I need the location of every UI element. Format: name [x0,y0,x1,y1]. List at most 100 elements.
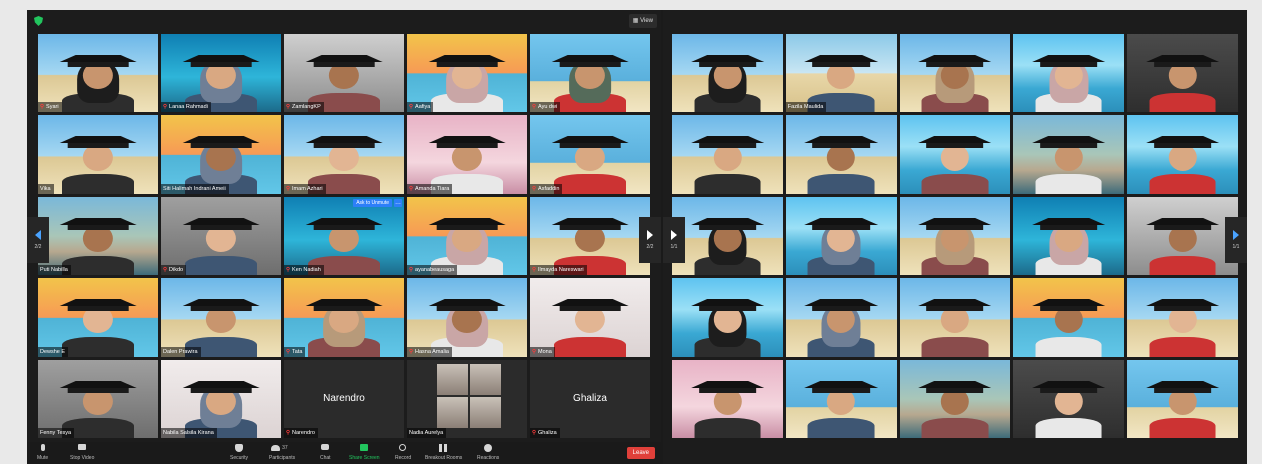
participant-tile[interactable] [1127,359,1238,438]
participant-tile[interactable] [899,34,1011,113]
page-indicator: 2/2 [34,244,42,250]
participant-tile[interactable] [1127,115,1238,194]
participant-tile[interactable] [672,115,783,194]
participant-tile[interactable] [1013,34,1125,113]
participant-video [1145,51,1220,113]
participant-tile[interactable]: Narendro ⚲ Narendro [284,359,404,438]
participant-video [1145,214,1220,276]
participant-tile[interactable]: Dewshe E [38,278,158,357]
participant-tile[interactable]: ⚲ Ayu dwi [530,34,650,113]
participant-tile[interactable]: Fazila Maulida [785,34,897,113]
more-options-icon[interactable]: … [394,198,402,207]
participant-tile[interactable]: ⚲ Dikdo [161,196,281,276]
participant-video [1032,51,1106,113]
breakout-rooms-button[interactable]: Breakout Rooms [425,444,462,461]
participant-tile[interactable]: Vika [38,115,158,194]
mute-button[interactable]: Mute [37,444,48,461]
participant-tile[interactable]: ⚲ Imam Azhari [284,115,404,194]
pager-next-right[interactable]: 1/1 [1225,217,1247,263]
participant-name: Ken Nadiah [292,267,321,274]
ask-to-unmute-button[interactable]: Ask to Unmute [353,198,392,207]
security-shield-icon [34,16,43,26]
participant-tile[interactable]: ⚲ Tata [284,278,404,357]
graduation-cap-icon [804,380,878,393]
participant-video [59,214,137,276]
record-button[interactable]: Record [395,444,411,461]
stop-video-button[interactable]: Stop Video [70,444,94,461]
participant-tile[interactable] [1127,196,1238,276]
participant-tile[interactable] [785,115,897,194]
participant-tile[interactable] [899,278,1011,357]
participant-tile[interactable] [785,278,897,357]
chevron-right-icon [1233,230,1239,240]
graduation-cap-icon [1032,54,1106,67]
participant-tile[interactable] [899,115,1011,194]
leave-button[interactable]: Leave [626,447,655,459]
participant-tile[interactable]: Nadia Aurelya [407,359,527,438]
participant-video [690,377,764,438]
participant-video [690,295,764,357]
participant-tile[interactable]: ⚲ Asfaddin [530,115,650,194]
participant-name: Lanaa Rahmadi [169,104,208,111]
participants-label: Participants [269,455,296,461]
participant-tile[interactable]: ⚲ Aafiya [407,34,527,113]
participants-button[interactable]: 37 Participants [269,444,295,461]
muted-mic-icon: ⚲ [532,185,537,192]
participant-tile[interactable] [1127,278,1238,357]
participant-tile[interactable]: ⚲ ZamlangKP [284,34,404,113]
participant-tile[interactable] [672,196,783,276]
graduation-cap-icon [690,380,764,393]
participant-tile[interactable] [785,196,897,276]
view-button[interactable]: ▦ View [628,14,657,28]
participant-tile[interactable]: Fenny Tesya [38,359,158,438]
people-icon [271,445,281,451]
participant-tile[interactable]: ⚲ Hasna Amalia [407,278,527,357]
participant-tile[interactable] [1013,115,1125,194]
participant-tile[interactable] [899,359,1011,438]
share-screen-icon [359,444,368,451]
participant-tile[interactable]: ⚲ Syari [38,34,158,113]
participant-tile[interactable] [1127,34,1238,113]
participant-tile[interactable]: Ask to Unmute… ⚲ Ken Nadiah [284,196,404,276]
graduation-cap-icon [918,380,992,393]
muted-mic-icon: ⚲ [163,104,168,111]
participant-tile[interactable]: ⚲ Amanda Tiara [407,115,527,194]
participant-tile[interactable] [1013,359,1125,438]
participant-video [804,377,878,438]
pager-prev-left[interactable]: 2/2 [27,217,49,263]
participant-tile[interactable]: ⚲ Mona [530,278,650,357]
security-button[interactable]: Security [230,444,248,461]
pager-prev-right[interactable]: 1/1 [663,217,685,263]
participant-video [551,133,629,194]
reactions-button[interactable]: Reactions [477,444,499,461]
participant-tile[interactable]: ⚲ Ilmayda Nareswari [530,196,650,276]
participant-tile[interactable] [785,359,897,438]
participant-video [918,133,992,194]
chat-button[interactable]: Chat [320,444,331,461]
participant-tile[interactable] [672,359,783,438]
participant-tile[interactable]: Siti Halimah Indrani Ameii [161,115,281,194]
participant-tile[interactable] [1013,196,1125,276]
participant-tile[interactable] [672,34,783,113]
video-label: Stop Video [70,455,95,461]
record-label: Record [395,455,412,461]
participant-nameplate: ⚲ Syari [38,102,62,113]
participant-tile[interactable] [1013,278,1125,357]
participant-tile[interactable]: ⚲ ayanabeausaga [407,196,527,276]
graduation-cap-icon [918,299,992,312]
participant-tile[interactable]: ⚲ Lanaa Rahmadi [161,34,281,113]
participant-tile[interactable]: Nabila Salsila Kirana [161,359,281,438]
participant-nameplate: Dalen Prawira [161,346,201,357]
participant-name: Asfaddin [538,185,560,192]
share-screen-button[interactable]: Share Screen [349,444,380,461]
participant-video [690,214,764,276]
participant-nameplate: ⚲ ayanabeausaga [407,265,458,276]
participant-tile[interactable] [899,196,1011,276]
muted-mic-icon: ⚲ [409,185,414,192]
participant-tile[interactable]: Dalen Prawira [161,278,281,357]
page-indicator: 1/1 [1232,244,1240,250]
participant-tile[interactable] [672,278,783,357]
participant-tile[interactable]: Puti Nabilla [38,196,158,276]
pager-next-left[interactable]: 2/2 [639,217,661,263]
participant-tile[interactable]: Ghaliza ⚲ Ghaliza [530,359,650,438]
